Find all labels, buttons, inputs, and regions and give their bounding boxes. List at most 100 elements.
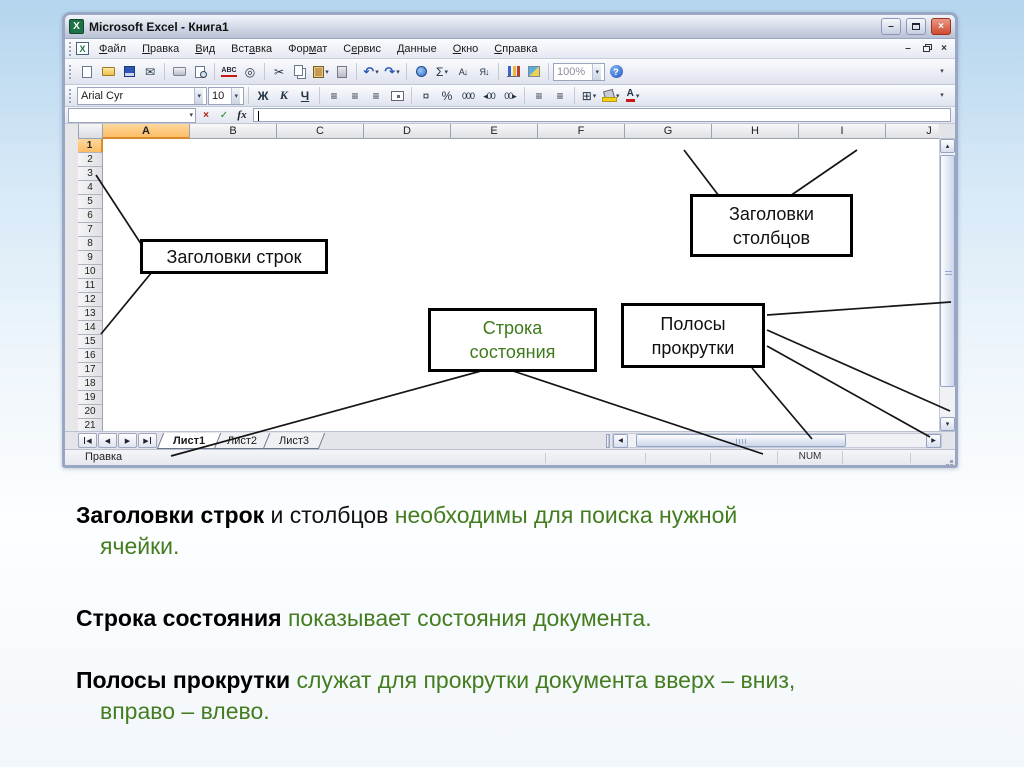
first-sheet-button[interactable]: ◀ — [78, 433, 97, 448]
row-header-13[interactable]: 13 — [78, 307, 103, 321]
menu-item-Правка[interactable]: Правка — [134, 40, 187, 58]
format-painter-button[interactable] — [332, 62, 352, 82]
vertical-scroll-thumb[interactable] — [940, 155, 955, 387]
borders-button[interactable]: ⊞ ▾ — [579, 86, 599, 106]
column-header-A[interactable]: A — [103, 124, 190, 139]
menu-item-Файл[interactable]: Файл — [91, 40, 134, 58]
toolbar-grip[interactable] — [69, 88, 72, 103]
redo-button[interactable]: ↷ ▾ — [382, 62, 402, 82]
font-name-combo[interactable]: Arial Cyr ▾ — [77, 86, 207, 105]
fill-color-button[interactable]: ▾ — [600, 86, 622, 106]
sheet-tab-Лист1[interactable]: Лист1 — [156, 432, 222, 449]
row-header-18[interactable]: 18 — [78, 377, 103, 391]
align-right-button[interactable]: ≡ — [366, 86, 386, 106]
scroll-left-button[interactable]: ◀ — [613, 433, 628, 448]
research-button[interactable]: ◎ — [240, 62, 260, 82]
menu-item-Формат[interactable]: Фор м ат — [280, 40, 335, 58]
row-header-4[interactable]: 4 — [78, 181, 103, 195]
toolbar-grip[interactable] — [69, 41, 72, 56]
hyperlink-button[interactable] — [411, 62, 431, 82]
row-header-12[interactable]: 12 — [78, 293, 103, 307]
chevron-down-icon[interactable]: ▾ — [194, 87, 203, 104]
row-header-1[interactable]: 1 — [78, 139, 103, 153]
bold-button[interactable]: Ж — [253, 86, 273, 106]
workbook-minimize-button[interactable]: – — [900, 42, 916, 56]
menu-item-Сервис[interactable]: Се рвис — [335, 40, 389, 58]
scroll-up-button[interactable]: ▴ — [940, 139, 955, 153]
workbook-restore-button[interactable] — [918, 42, 934, 56]
drawing-button[interactable] — [524, 62, 544, 82]
decrease-decimal-button[interactable]: 00▸ — [500, 86, 520, 106]
undo-button[interactable]: ↶ ▾ — [361, 62, 381, 82]
copy-button[interactable] — [290, 62, 310, 82]
print-preview-button[interactable] — [190, 62, 210, 82]
formula-input[interactable] — [253, 108, 951, 122]
maximize-button[interactable] — [906, 18, 926, 35]
row-header-11[interactable]: 11 — [78, 279, 103, 293]
align-left-button[interactable]: ≡ — [324, 86, 344, 106]
increase-decimal-button[interactable]: ◂00 — [479, 86, 499, 106]
merge-center-button[interactable] — [387, 86, 407, 106]
column-header-G[interactable]: G — [625, 124, 712, 139]
select-all-corner[interactable] — [78, 124, 103, 139]
underline-button[interactable]: Ч — [295, 86, 315, 106]
row-header-17[interactable]: 17 — [78, 363, 103, 377]
row-header-6[interactable]: 6 — [78, 209, 103, 223]
row-header-3[interactable]: 3 — [78, 167, 103, 181]
increase-indent-button[interactable]: ≡ — [550, 86, 570, 106]
name-box[interactable]: ▾ — [68, 107, 196, 123]
menu-item-Данные[interactable]: Данные — [389, 40, 445, 58]
menu-item-Справка[interactable]: Справка — [486, 40, 545, 58]
vertical-scrollbar[interactable]: ▴ ▾ — [939, 139, 955, 431]
sheet-tab-Лист3[interactable]: Лист3 — [262, 432, 326, 449]
toolbar-grip[interactable] — [69, 64, 72, 79]
cancel-entry-button[interactable]: × — [198, 108, 214, 123]
last-sheet-button[interactable]: ▶ — [138, 433, 157, 448]
row-header-8[interactable]: 8 — [78, 237, 103, 251]
currency-style-button[interactable]: ¤ — [416, 86, 436, 106]
vertical-scroll-track[interactable] — [940, 387, 955, 417]
chevron-down-icon[interactable]: ▾ — [231, 87, 240, 104]
toolbar-options-button[interactable]: ▾ — [932, 62, 952, 82]
row-header-21[interactable]: 21 — [78, 419, 103, 431]
row-header-9[interactable]: 9 — [78, 251, 103, 265]
row-header-20[interactable]: 20 — [78, 405, 103, 419]
tab-split-handle[interactable] — [606, 433, 610, 448]
horizontal-scroll-thumb[interactable] — [636, 434, 846, 447]
row-header-7[interactable]: 7 — [78, 223, 103, 237]
row-header-16[interactable]: 16 — [78, 349, 103, 363]
font-size-combo[interactable]: 10 ▾ — [208, 86, 244, 105]
sort-ascending-button[interactable]: А↓ — [453, 62, 473, 82]
horizontal-scrollbar[interactable]: ◀ ▶ — [612, 433, 942, 448]
italic-button[interactable]: К — [274, 86, 294, 106]
row-header-14[interactable]: 14 — [78, 321, 103, 335]
autosum-button[interactable]: Σ ▾ — [432, 62, 452, 82]
align-center-button[interactable]: ≡ — [345, 86, 365, 106]
row-header-15[interactable]: 15 — [78, 335, 103, 349]
column-header-D[interactable]: D — [364, 124, 451, 139]
new-button[interactable] — [77, 62, 97, 82]
resize-grip-icon[interactable] — [950, 460, 953, 463]
help-button[interactable]: ? — [606, 62, 626, 82]
column-header-F[interactable]: F — [538, 124, 625, 139]
decrease-indent-button[interactable]: ≡ — [529, 86, 549, 106]
cut-button[interactable]: ✂ — [269, 62, 289, 82]
column-header-B[interactable]: B — [190, 124, 277, 139]
row-header-10[interactable]: 10 — [78, 265, 103, 279]
row-header-5[interactable]: 5 — [78, 195, 103, 209]
menu-item-Окно[interactable]: Окно — [445, 40, 487, 58]
horizontal-scroll-track[interactable] — [628, 434, 926, 447]
column-header-H[interactable]: H — [712, 124, 799, 139]
column-header-E[interactable]: E — [451, 124, 538, 139]
zoom-combo[interactable]: 100% ▾ — [553, 62, 605, 81]
email-button[interactable]: ✉ — [140, 62, 160, 82]
print-button[interactable] — [169, 62, 189, 82]
percent-style-button[interactable]: % — [437, 86, 457, 106]
column-header-J[interactable]: J — [886, 124, 939, 139]
row-header-2[interactable]: 2 — [78, 153, 103, 167]
spelling-button[interactable]: ABC — [219, 62, 239, 82]
paste-button[interactable]: ▾ — [311, 62, 331, 82]
previous-sheet-button[interactable]: ◀ — [98, 433, 117, 448]
open-button[interactable] — [98, 62, 118, 82]
chevron-down-icon[interactable]: ▾ — [187, 109, 195, 122]
